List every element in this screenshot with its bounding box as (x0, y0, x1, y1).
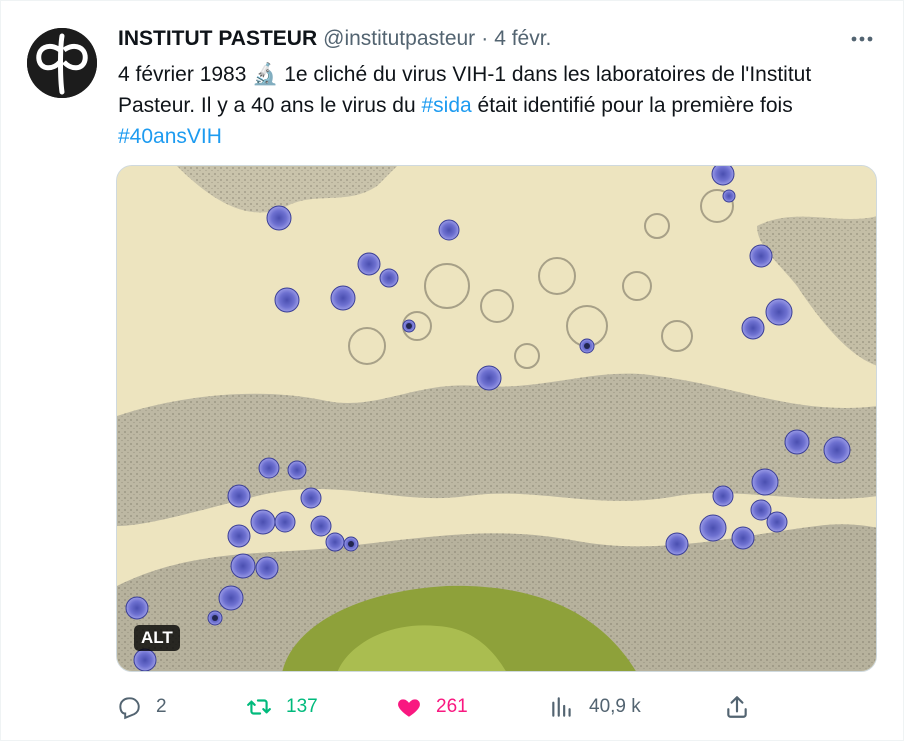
more-options-button[interactable] (846, 23, 878, 55)
tweet-text: 4 février 1983 🔬 1e cliché du virus VIH-… (118, 59, 880, 152)
hiv-micrograph-image (117, 166, 876, 671)
reply-count: 2 (156, 696, 167, 717)
separator-dot: · (481, 27, 489, 50)
more-dots-icon (851, 36, 873, 42)
tweet-actions: 2 137 261 40,9 k (116, 689, 876, 725)
views-button[interactable]: 40,9 k (549, 689, 641, 725)
user-handle[interactable]: @institutpasteur (323, 27, 475, 51)
hashtag-link[interactable]: #40ansVIH (118, 125, 222, 148)
tweet-header: INSTITUT PASTEUR @institutpasteur · 4 fé… (118, 27, 551, 51)
retweet-icon (247, 699, 271, 715)
heart-icon (398, 699, 420, 717)
views-count: 40,9 k (589, 696, 641, 717)
analytics-bars-icon (552, 697, 571, 717)
avatar[interactable] (27, 28, 97, 98)
tweet-timestamp[interactable]: 4 févr. (494, 27, 551, 51)
retweet-button[interactable]: 137 (246, 689, 318, 725)
institut-pasteur-logo-icon (27, 28, 97, 98)
alt-text-badge[interactable]: ALT (134, 625, 180, 651)
tweet-media-image[interactable] (116, 165, 877, 672)
display-name[interactable]: INSTITUT PASTEUR (118, 27, 317, 51)
tweet-text-part: était identifié pour la première fois (471, 94, 793, 117)
microscope-icon: 🔬 (252, 63, 279, 86)
retweet-count: 137 (286, 696, 318, 717)
share-icon (727, 696, 747, 718)
tweet-text-part: 4 février 1983 (118, 63, 253, 86)
like-button[interactable]: 261 (396, 689, 468, 725)
share-button[interactable] (724, 689, 750, 725)
like-count: 261 (436, 696, 468, 717)
hashtag-link[interactable]: #sida (422, 94, 472, 117)
reply-button[interactable]: 2 (116, 689, 167, 725)
reply-icon (119, 697, 140, 720)
tweet-card[interactable]: INSTITUT PASTEUR @institutpasteur · 4 fé… (0, 0, 904, 741)
